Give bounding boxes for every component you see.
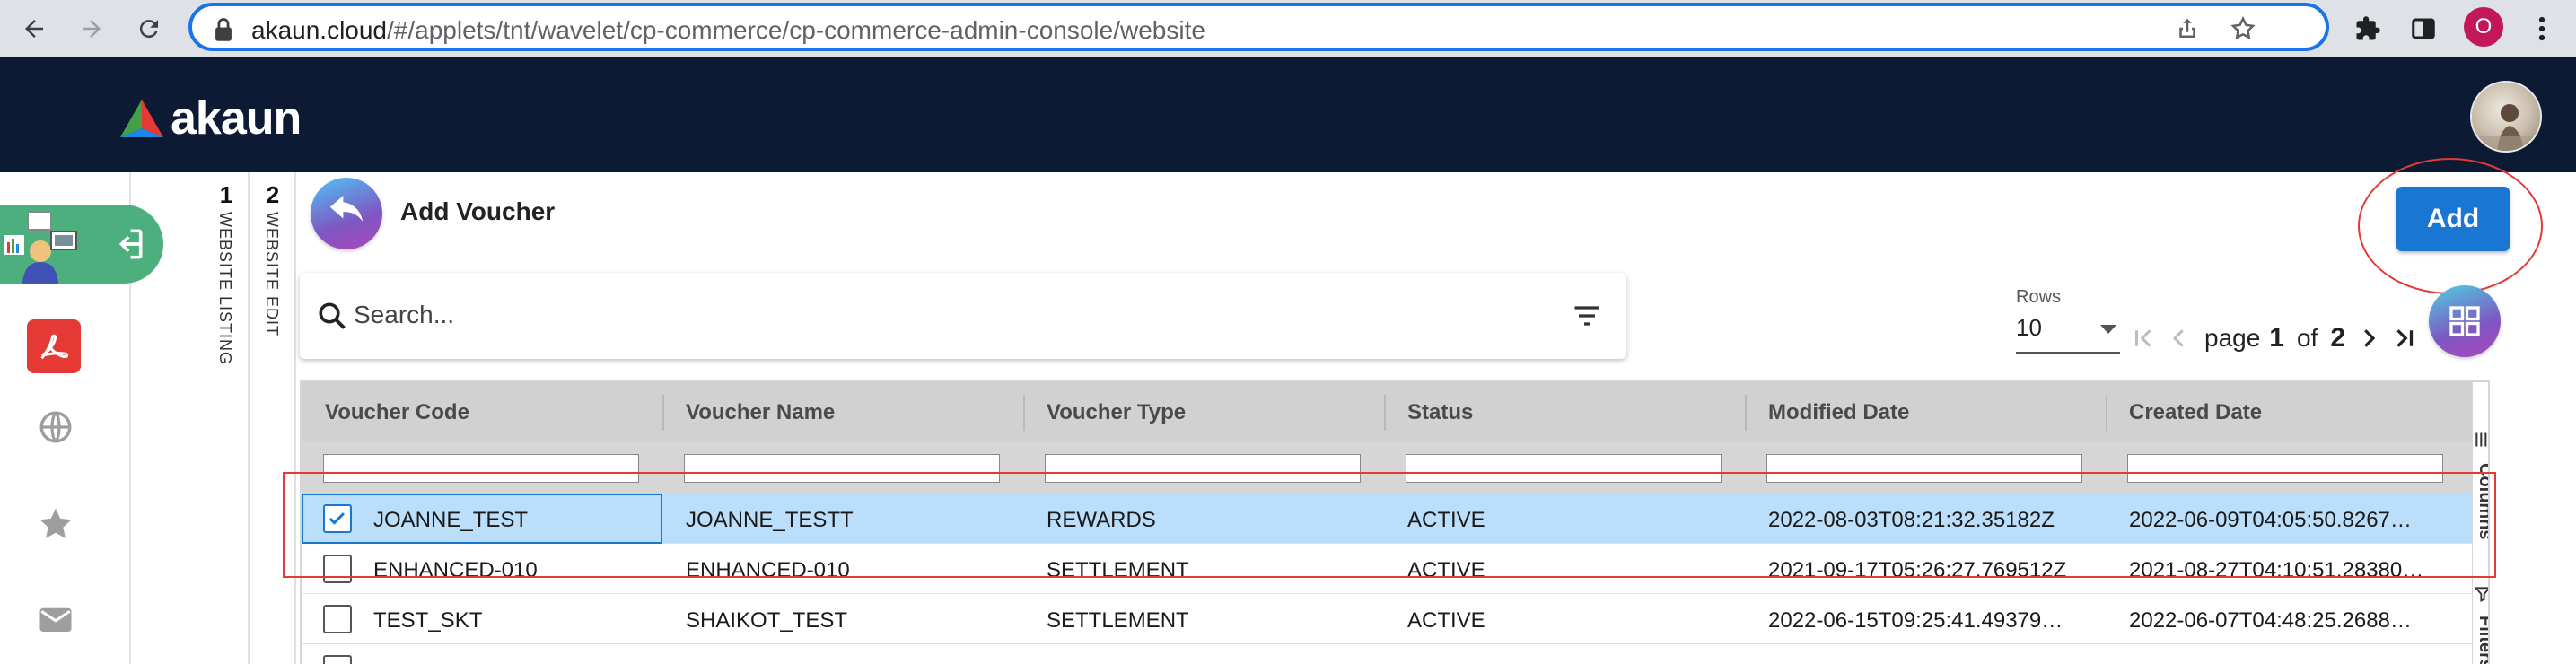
table-header-row: Voucher Code Voucher Name Voucher Type S… — [302, 382, 2472, 441]
side-panel-icon[interactable] — [2405, 11, 2441, 47]
pagination-controls: page 1 of 2 — [2125, 316, 2423, 361]
grid-view-button[interactable] — [2429, 285, 2501, 357]
cell-voucher-type: SETTLEMENT — [1047, 608, 1189, 633]
filter-funnel-icon[interactable] — [2474, 585, 2488, 607]
cell-created-date: 2022-06-07T04:48:25.2688… — [2129, 608, 2412, 633]
column-divider[interactable] — [1023, 395, 1025, 431]
globe-icon[interactable] — [36, 407, 75, 447]
rows-per-page-value: 10 — [2016, 314, 2042, 341]
column-header-modified-date[interactable]: Modified Date — [1768, 400, 1909, 425]
table-row[interactable] — [302, 644, 2472, 664]
row-checkbox[interactable] — [323, 655, 352, 664]
current-page: 1 — [2269, 323, 2284, 353]
column-divider[interactable] — [1745, 395, 1747, 431]
dropdown-caret-icon — [2100, 325, 2116, 334]
search-bar — [300, 273, 1626, 359]
search-icon — [316, 300, 348, 336]
column-header-voucher-code[interactable]: Voucher Code — [325, 400, 469, 425]
back-arrow-icon[interactable] — [13, 7, 56, 50]
logo-text: akaun — [171, 92, 302, 144]
sign-in-icon[interactable] — [106, 224, 149, 264]
left-sidebar — [0, 172, 163, 664]
reply-arrow-icon — [329, 196, 364, 223]
browser-toolbar: akaun.cloud/#/applets/tnt/wavelet/cp-com… — [0, 0, 2576, 57]
cell-voucher-code: TEST_SKT — [373, 608, 483, 633]
breadcrumb-tab-website-edit[interactable]: 2 WEBSITE EDIT — [250, 172, 296, 664]
column-divider[interactable] — [1384, 395, 1386, 431]
first-page-icon[interactable] — [2125, 320, 2161, 356]
forward-arrow-icon[interactable] — [70, 7, 113, 50]
star-icon[interactable] — [36, 504, 75, 544]
sidebar-item-active-applet[interactable] — [0, 205, 163, 284]
next-page-icon[interactable] — [2351, 320, 2387, 356]
user-avatar[interactable] — [2470, 81, 2542, 153]
breadcrumb-tab-label: WEBSITE LISTING — [216, 212, 234, 366]
row-checkbox[interactable] — [323, 605, 352, 633]
pdf-applet-icon[interactable] — [27, 319, 81, 373]
mail-icon[interactable] — [36, 599, 75, 639]
breadcrumb-tab-number: 2 — [266, 181, 280, 208]
back-button[interactable] — [311, 178, 382, 249]
breadcrumb-tab-website-listing[interactable]: 1 WEBSITE LISTING — [203, 172, 250, 664]
total-pages: 2 — [2330, 323, 2346, 353]
column-header-created-date[interactable]: Created Date — [2129, 400, 2262, 425]
cell-voucher-name: SHAIKOT_TEST — [686, 608, 848, 633]
column-header-voucher-name[interactable]: Voucher Name — [686, 400, 835, 425]
lock-icon[interactable] — [212, 17, 235, 47]
page-title: Add Voucher — [400, 197, 556, 225]
grid-icon — [2449, 306, 2480, 336]
previous-page-icon[interactable] — [2161, 320, 2197, 356]
search-input[interactable] — [354, 296, 1520, 334]
app-header: akaun — [0, 57, 2576, 172]
column-header-voucher-type[interactable]: Voucher Type — [1047, 400, 1186, 425]
applet-illustration-icon — [0, 205, 83, 284]
cell-modified-date: 2022-06-15T09:25:41.49379… — [1768, 608, 2063, 633]
akaun-logo[interactable]: akaun — [118, 92, 302, 145]
table-row[interactable]: TEST_SKT SHAIKOT_TEST SETTLEMENT ACTIVE … — [302, 594, 2472, 644]
share-icon[interactable] — [2174, 15, 2201, 42]
add-button[interactable]: Add — [2396, 187, 2510, 251]
cell-status: ACTIVE — [1407, 608, 1485, 633]
highlight-annotation-rectangle — [283, 472, 2496, 578]
rows-label: Rows — [2016, 287, 2062, 307]
extensions-icon[interactable] — [2350, 11, 2386, 47]
reload-icon[interactable] — [127, 7, 171, 50]
columns-panel-icon[interactable] — [2474, 431, 2488, 453]
url-text[interactable]: akaun.cloud/#/applets/tnt/wavelet/cp-com… — [251, 16, 1205, 45]
breadcrumb-tab-label: WEBSITE EDIT — [263, 212, 281, 337]
address-bar[interactable]: akaun.cloud/#/applets/tnt/wavelet/cp-com… — [188, 3, 2329, 51]
rows-per-page-select[interactable]: 10 — [2016, 314, 2120, 354]
column-header-status[interactable]: Status — [1407, 400, 1473, 425]
browser-profile-avatar[interactable]: O — [2464, 7, 2503, 47]
of-word: of — [2296, 324, 2318, 352]
more-options-icon[interactable] — [2524, 11, 2560, 47]
column-divider[interactable] — [2106, 395, 2107, 431]
page-word: page — [2204, 324, 2261, 352]
column-divider[interactable] — [662, 395, 664, 431]
bookmark-star-icon[interactable] — [2230, 15, 2256, 42]
last-page-icon[interactable] — [2387, 320, 2423, 356]
filters-panel-tab[interactable]: Filters — [2475, 616, 2488, 664]
filter-list-icon[interactable] — [1571, 300, 1603, 336]
breadcrumb-tab-number: 1 — [219, 181, 233, 208]
logo-mark-icon — [120, 100, 163, 137]
